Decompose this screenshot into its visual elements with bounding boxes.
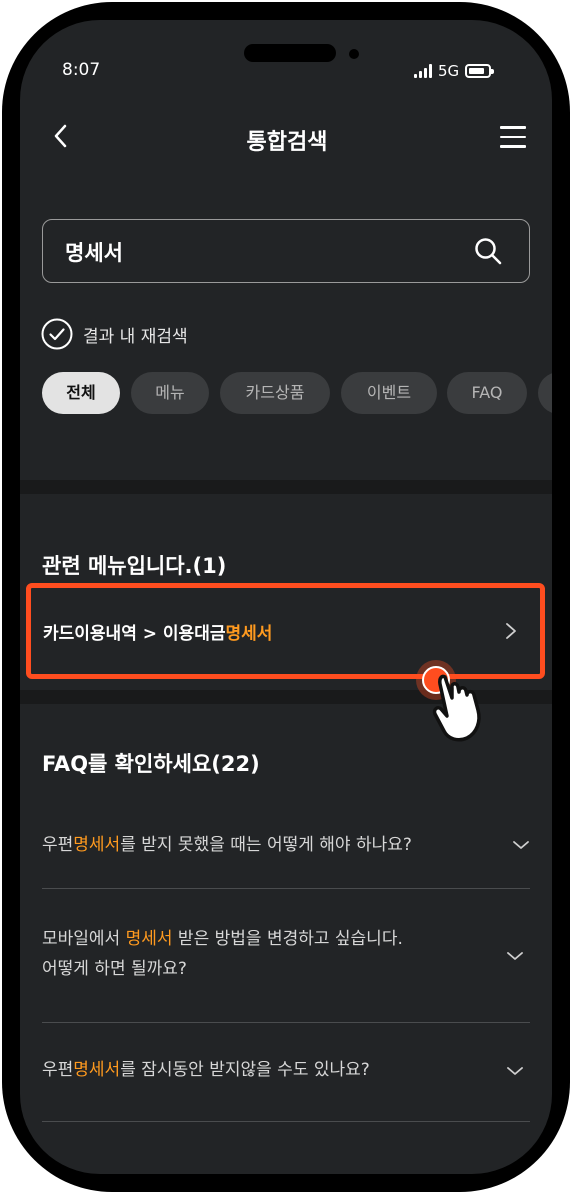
tab-more[interactable] [538, 372, 552, 414]
search-icon[interactable] [473, 236, 503, 266]
tab-faq[interactable]: FAQ [447, 372, 527, 414]
signal-icon [414, 64, 432, 78]
speaker-notch [244, 44, 336, 62]
status-indicators: 5G [414, 62, 495, 80]
chevron-down-icon[interactable] [506, 1065, 524, 1077]
category-tabs: 전체 메뉴 카드상품 이벤트 FAQ [42, 372, 552, 414]
menu-icon[interactable] [500, 126, 526, 148]
page-title: 통합검색 [246, 130, 328, 155]
faq-divider [42, 1121, 530, 1122]
faq-question: 우편명세서를 잠시동안 받지않을 수도 있나요? [42, 1060, 370, 1080]
recheck-toggle[interactable]: 결과 내 재검색 [41, 318, 188, 350]
faq-divider [42, 888, 530, 889]
faq-item[interactable]: 모바일에서 명세서 받은 방법을 변경하고 싶습니다. 어떻게 하면 될까요? [42, 890, 530, 1023]
status-time: 8:07 [62, 60, 101, 80]
faq-item[interactable]: 우편명세서를 받지 못했을 때는 어떻게 해야 하나요? [42, 820, 530, 890]
faq-item[interactable]: 우편명세서를 잠시동안 받지않을 수도 있나요? [42, 1023, 530, 1123]
faq-question: 우편명세서를 받지 못했을 때는 어떻게 해야 하나요? [42, 835, 412, 855]
camera-dot [349, 49, 359, 59]
tab-card-products[interactable]: 카드상품 [220, 372, 330, 414]
faq-question: 모바일에서 명세서 받은 방법을 변경하고 싶습니다. 어떻게 하면 될까요? [42, 929, 403, 979]
chevron-down-icon[interactable] [512, 839, 530, 851]
search-input[interactable]: 명세서 [65, 237, 123, 267]
tab-menu[interactable]: 메뉴 [131, 372, 209, 414]
menu-section-title: 관련 메뉴입니다.(1) [42, 554, 227, 578]
recheck-label: 결과 내 재검색 [83, 326, 188, 347]
tab-all[interactable]: 전체 [42, 372, 120, 414]
menu-result-label: 카드이용내역 > 이용대금명세서 [43, 624, 273, 644]
tab-events[interactable]: 이벤트 [341, 372, 437, 414]
check-circle-icon[interactable] [41, 318, 73, 350]
battery-icon [465, 64, 495, 78]
faq-section-title: FAQ를 확인하세요(22) [42, 752, 260, 776]
chevron-down-icon[interactable] [506, 950, 524, 962]
tap-hand-icon [416, 660, 481, 742]
network-type: 5G [438, 62, 460, 80]
section-divider [20, 480, 552, 494]
chevron-right-icon [506, 623, 516, 639]
phone-mockup: 8:07 5G 통합검색 명세서 결과 내 재검색 전체 메뉴 카드상품 이벤트… [0, 0, 574, 1196]
search-box[interactable]: 명세서 [42, 219, 530, 283]
